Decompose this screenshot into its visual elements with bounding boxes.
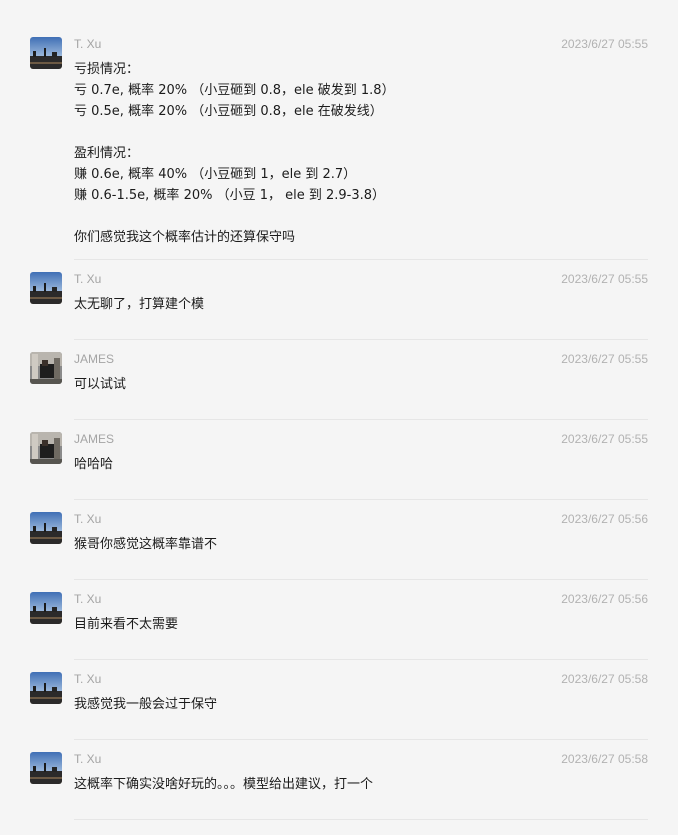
message-divider: [74, 419, 648, 420]
message-line: 赚 0.6e, 概率 40% （小豆砸到 1，ele 到 2.7）: [74, 167, 357, 182]
sender-name[interactable]: T. Xu: [74, 512, 101, 526]
message-line: 亏 0.5e, 概率 20% （小豆砸到 0.8，ele 在破发线）: [74, 104, 383, 119]
message-line: 哈哈哈: [74, 457, 114, 472]
message-body: 哈哈哈: [74, 454, 648, 475]
message-line: 亏损情况：: [74, 62, 140, 77]
txu-avatar[interactable]: [30, 672, 62, 704]
message-body: 可以试试: [74, 374, 648, 395]
message-timestamp: 2023/6/27 05:55: [561, 272, 648, 286]
message-line: 我感觉我一般会过于保守: [74, 697, 218, 712]
message-line: 猴哥你感觉这概率靠谱不: [74, 537, 218, 552]
message-body: 这概率下确实没啥好玩的。。。模型给出建议，打一个: [74, 774, 648, 795]
message-body: 目前来看不太需要: [74, 614, 648, 635]
message-divider: [74, 739, 648, 740]
txu-avatar[interactable]: [30, 272, 62, 304]
txu-avatar[interactable]: [30, 592, 62, 624]
message-line: 目前来看不太需要: [74, 617, 179, 632]
txu-avatar[interactable]: [30, 512, 62, 544]
sender-name[interactable]: T. Xu: [74, 672, 101, 686]
message-line: 赚 0.6-1.5e, 概率 20% （小豆 1， ele 到 2.9-3.8）: [74, 188, 386, 203]
james-avatar[interactable]: [30, 432, 62, 464]
message-timestamp: 2023/6/27 05:58: [561, 672, 648, 686]
message-timestamp: 2023/6/27 05:55: [561, 37, 648, 51]
message-timestamp: 2023/6/27 05:55: [561, 432, 648, 446]
sender-name[interactable]: JAMES: [74, 352, 114, 366]
message-divider: [74, 819, 648, 820]
txu-avatar[interactable]: [30, 37, 62, 69]
message-timestamp: 2023/6/27 05:56: [561, 512, 648, 526]
message-body: 我感觉我一般会过于保守: [74, 694, 648, 715]
chat-message-list[interactable]: T. Xu 2023/6/27 05:55 亏损情况： 亏 0.7e, 概率 20% …: [0, 0, 678, 835]
message-body: 太无聊了，打算建个模: [74, 294, 648, 315]
message-line: 可以试试: [74, 377, 127, 392]
message-body: 亏损情况： 亏 0.7e, 概率 20% （小豆砸到 0.8，ele 破发到 1.…: [74, 59, 648, 248]
txu-avatar[interactable]: [30, 752, 62, 784]
message-line: 盈利情况：: [74, 146, 140, 161]
message-timestamp: 2023/6/27 05:55: [561, 352, 648, 366]
sender-name[interactable]: T. Xu: [74, 37, 101, 51]
message-divider: [74, 579, 648, 580]
message-divider: [74, 259, 648, 260]
sender-name[interactable]: T. Xu: [74, 592, 101, 606]
james-avatar[interactable]: [30, 352, 62, 384]
message-divider: [74, 659, 648, 660]
message-divider: [74, 499, 648, 500]
message-line: 太无聊了，打算建个模: [74, 297, 205, 312]
message-divider: [74, 339, 648, 340]
message-line: [74, 206, 648, 227]
sender-name[interactable]: T. Xu: [74, 272, 101, 286]
message-line: [74, 122, 648, 143]
message-line: 这概率下确实没啥好玩的。。。模型给出建议，打一个: [74, 777, 374, 792]
message-timestamp: 2023/6/27 05:58: [561, 752, 648, 766]
message-body: 猴哥你感觉这概率靠谱不: [74, 534, 648, 555]
message-line: 你们感觉我这个概率估计的还算保守吗: [74, 230, 296, 245]
sender-name[interactable]: JAMES: [74, 432, 114, 446]
sender-name[interactable]: T. Xu: [74, 752, 101, 766]
message-line: 亏 0.7e, 概率 20% （小豆砸到 0.8，ele 破发到 1.8）: [74, 83, 395, 98]
message-timestamp: 2023/6/27 05:56: [561, 592, 648, 606]
